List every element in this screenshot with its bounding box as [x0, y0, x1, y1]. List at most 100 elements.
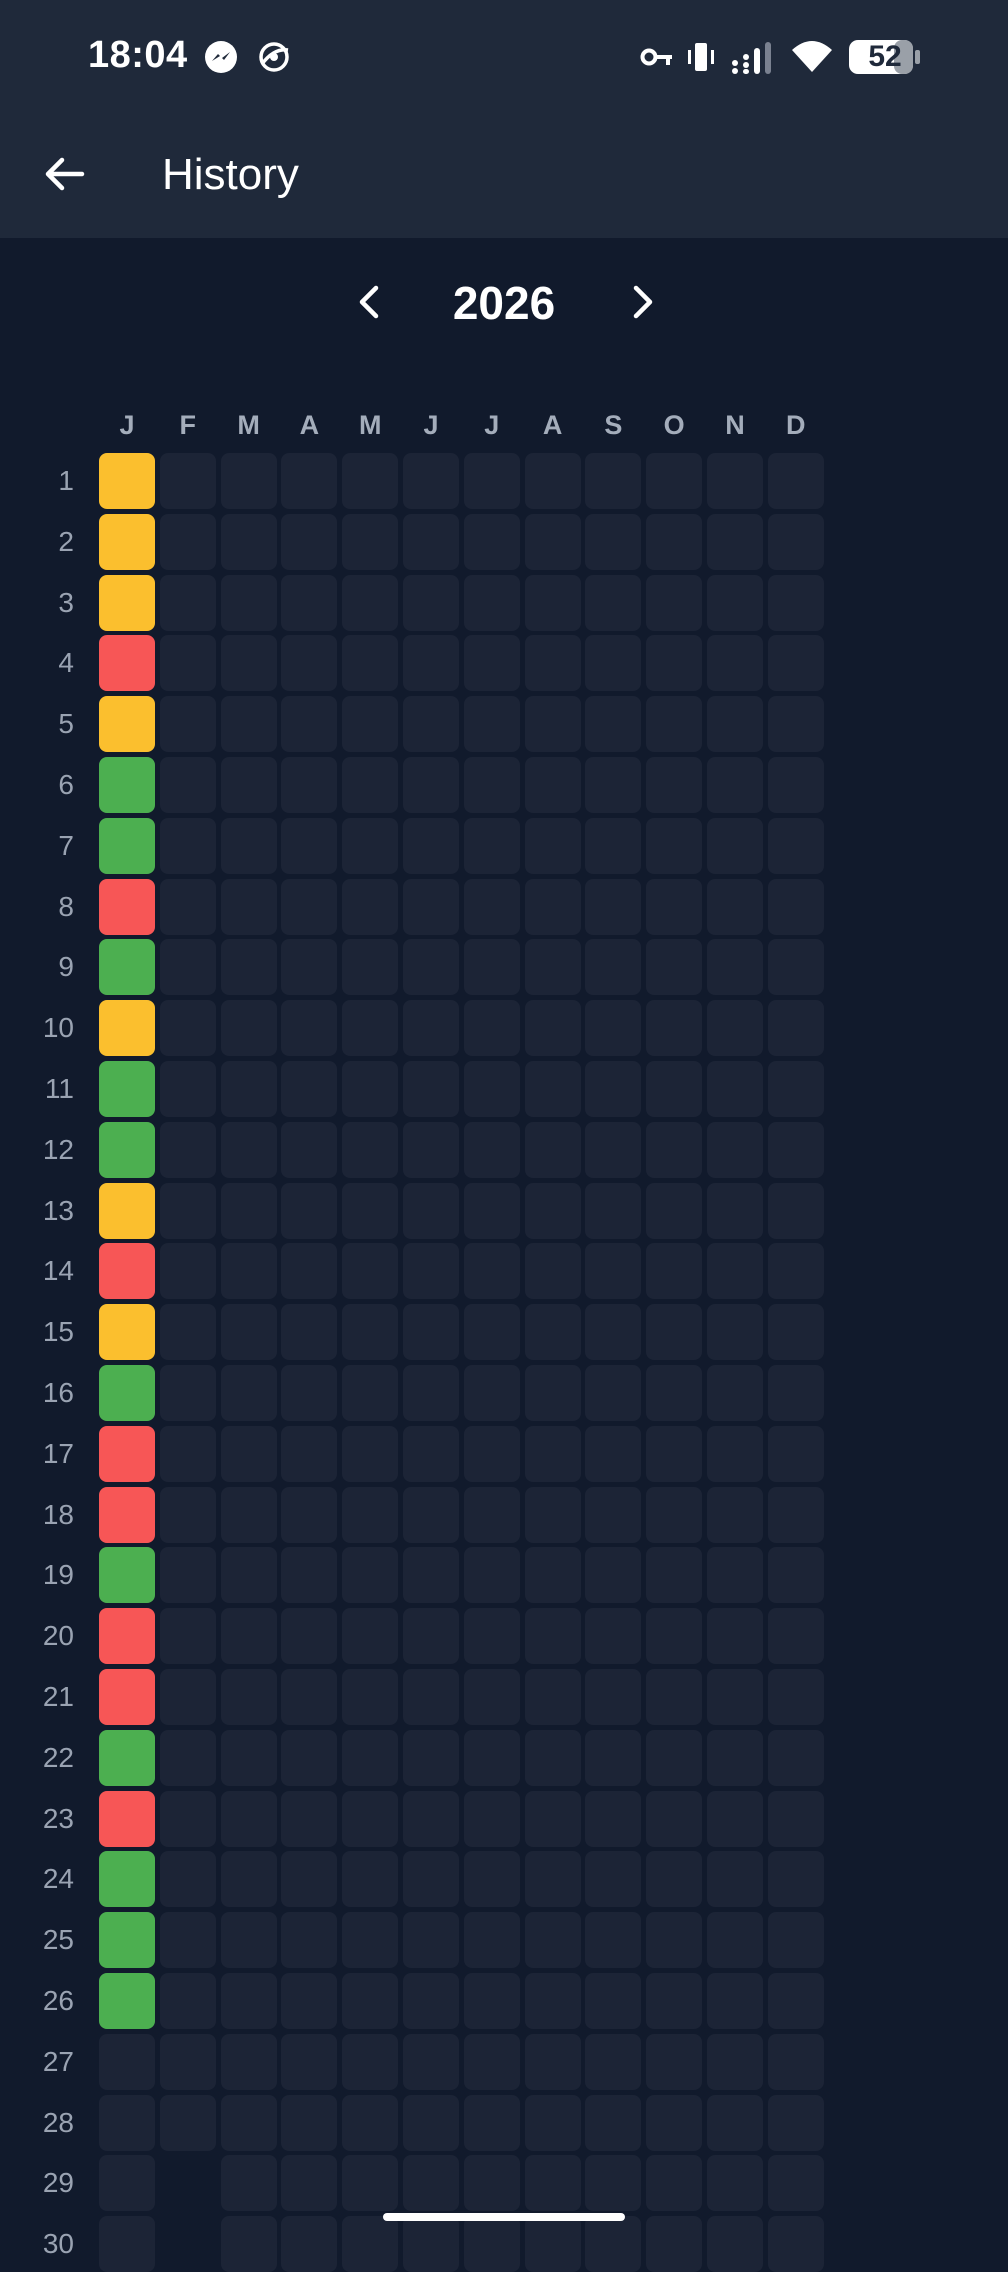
day-cell[interactable] [403, 453, 459, 509]
day-cell[interactable] [281, 1061, 338, 1117]
day-cell[interactable] [646, 757, 703, 813]
day-cell[interactable] [403, 1243, 459, 1300]
day-cell[interactable] [707, 635, 763, 692]
day-cell[interactable] [463, 1061, 520, 1117]
day-cell[interactable] [767, 1973, 824, 2029]
day-cell[interactable] [463, 2094, 520, 2151]
day-cell[interactable] [767, 1912, 824, 1969]
day-cell[interactable] [646, 696, 703, 753]
day-cell[interactable] [524, 1729, 581, 1786]
day-cell[interactable] [403, 1425, 459, 1482]
day-cell[interactable] [463, 1365, 520, 1421]
day-cell[interactable] [767, 574, 824, 631]
day-cell[interactable] [463, 1182, 520, 1239]
day-cell[interactable] [585, 1243, 642, 1300]
day-cell[interactable] [646, 1182, 703, 1239]
day-cell[interactable] [403, 1061, 459, 1117]
day-cell[interactable] [342, 453, 399, 509]
day-cell[interactable] [524, 1000, 581, 1057]
day-cell[interactable] [585, 757, 642, 813]
day-cell[interactable] [524, 1182, 581, 1239]
day-cell[interactable] [646, 1304, 703, 1361]
day-cell[interactable] [159, 817, 216, 874]
day-cell[interactable] [463, 2216, 520, 2272]
day-cell[interactable] [99, 696, 155, 753]
day-cell[interactable] [342, 878, 399, 935]
day-cell[interactable] [585, 513, 642, 570]
day-cell[interactable] [99, 1000, 155, 1057]
day-cell[interactable] [342, 1121, 399, 1178]
day-cell[interactable] [646, 1243, 703, 1300]
day-cell[interactable] [585, 1912, 642, 1969]
day-cell[interactable] [159, 2033, 216, 2090]
day-cell[interactable] [524, 696, 581, 753]
day-cell[interactable] [463, 1608, 520, 1665]
day-cell[interactable] [281, 1729, 338, 1786]
day-cell[interactable] [99, 939, 155, 996]
day-cell[interactable] [524, 453, 581, 509]
day-cell[interactable] [463, 1851, 520, 1908]
day-cell[interactable] [281, 1790, 338, 1847]
day-cell[interactable] [707, 1425, 763, 1482]
day-cell[interactable] [342, 1912, 399, 1969]
day-cell[interactable] [342, 1851, 399, 1908]
day-cell[interactable] [403, 574, 459, 631]
day-cell[interactable] [159, 1608, 216, 1665]
day-cell[interactable] [646, 1425, 703, 1482]
day-cell[interactable] [524, 1608, 581, 1665]
day-cell[interactable] [524, 1912, 581, 1969]
day-cell[interactable] [646, 1608, 703, 1665]
day-cell[interactable] [281, 1669, 338, 1725]
day-cell[interactable] [99, 1729, 155, 1786]
day-cell[interactable] [159, 1547, 216, 1604]
day-cell[interactable] [585, 574, 642, 631]
day-cell[interactable] [463, 696, 520, 753]
day-cell[interactable] [159, 696, 216, 753]
day-cell[interactable] [463, 453, 520, 509]
day-cell[interactable] [646, 1061, 703, 1117]
day-cell[interactable] [281, 513, 338, 570]
day-cell[interactable] [99, 1243, 155, 1300]
day-cell[interactable] [281, 1851, 338, 1908]
day-cell[interactable] [220, 1182, 277, 1239]
day-cell[interactable] [524, 817, 581, 874]
day-cell[interactable] [159, 939, 216, 996]
day-cell[interactable] [220, 757, 277, 813]
day-cell[interactable] [707, 757, 763, 813]
day-cell[interactable] [342, 1669, 399, 1725]
day-cell[interactable] [463, 1790, 520, 1847]
day-cell[interactable] [159, 2094, 216, 2151]
day-cell[interactable] [403, 2033, 459, 2090]
day-cell[interactable] [646, 939, 703, 996]
day-cell[interactable] [767, 1304, 824, 1361]
day-cell[interactable] [585, 1608, 642, 1665]
day-cell[interactable] [403, 1790, 459, 1847]
day-cell[interactable] [281, 757, 338, 813]
day-cell[interactable] [159, 1669, 216, 1725]
day-cell[interactable] [463, 635, 520, 692]
day-cell[interactable] [585, 1547, 642, 1604]
day-cell[interactable] [707, 817, 763, 874]
day-cell[interactable] [403, 1608, 459, 1665]
day-cell[interactable] [767, 878, 824, 935]
day-cell[interactable] [646, 1790, 703, 1847]
day-cell[interactable] [99, 1486, 155, 1543]
day-cell[interactable] [463, 1669, 520, 1725]
chevron-left-icon[interactable] [350, 280, 390, 324]
day-cell[interactable] [99, 2216, 155, 2272]
day-cell[interactable] [463, 878, 520, 935]
day-cell[interactable] [159, 453, 216, 509]
day-cell[interactable] [403, 2216, 459, 2272]
day-cell[interactable] [524, 1669, 581, 1725]
day-cell[interactable] [281, 2216, 338, 2272]
day-cell[interactable] [767, 696, 824, 753]
day-cell[interactable] [220, 1729, 277, 1786]
day-cell[interactable] [281, 635, 338, 692]
home-indicator[interactable] [383, 2213, 625, 2221]
day-cell[interactable] [463, 757, 520, 813]
day-cell[interactable] [342, 1547, 399, 1604]
day-cell[interactable] [342, 696, 399, 753]
day-cell[interactable] [767, 1365, 824, 1421]
day-cell[interactable] [585, 1000, 642, 1057]
day-cell[interactable] [99, 1182, 155, 1239]
